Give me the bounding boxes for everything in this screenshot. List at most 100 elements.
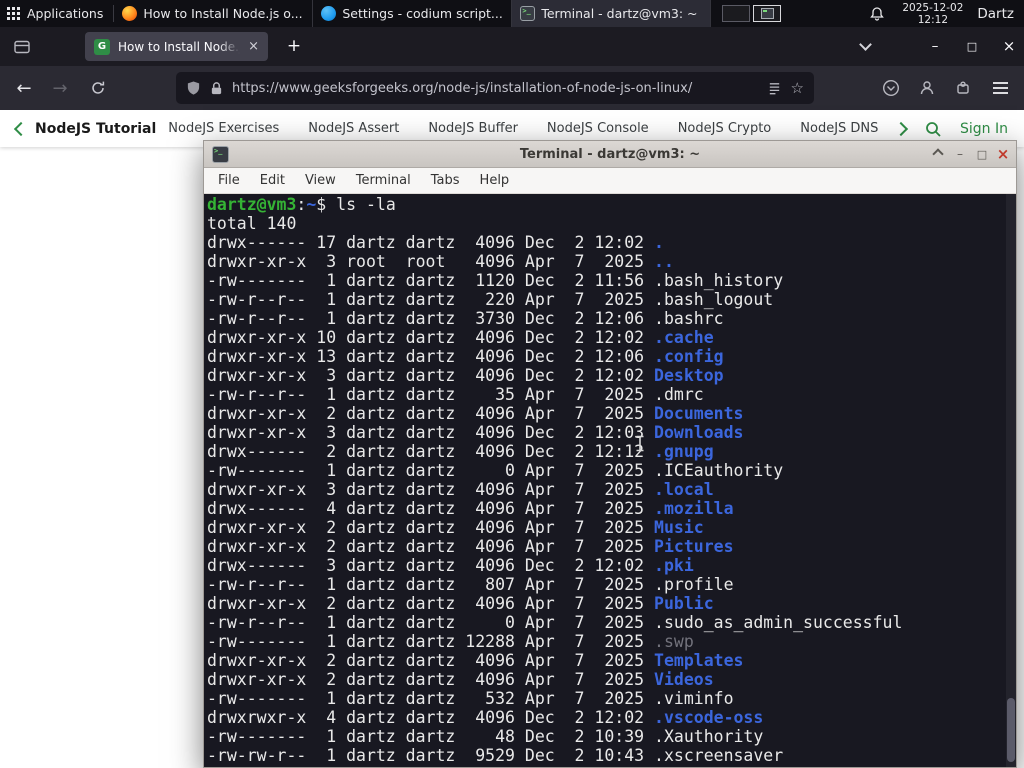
tab-close-icon[interactable]: × bbox=[248, 39, 259, 54]
user-menu[interactable]: Dartz bbox=[971, 6, 1020, 22]
terminal-maximize-button[interactable]: □ bbox=[972, 145, 992, 163]
terminal-line: -rw-r--r-- 1 dartz dartz 220 Apr 7 2025 … bbox=[207, 290, 774, 309]
top-panel: Applications How to Install Node.js o...… bbox=[0, 0, 1024, 27]
site-nav-link[interactable]: NodeJS Buffer bbox=[428, 121, 518, 136]
terminal-line: drwx------ 2 dartz dartz 4096 Dec 2 12:1… bbox=[207, 442, 714, 461]
url-bar[interactable]: https://www.geeksforgeeks.org/node-js/in… bbox=[176, 72, 814, 104]
list-all-tabs-button[interactable] bbox=[856, 38, 874, 54]
extensions-button[interactable] bbox=[951, 76, 975, 100]
pocket-icon bbox=[882, 79, 900, 97]
workspace-switcher[interactable] bbox=[722, 5, 782, 22]
terminal-line: dartz@vm3:~$ ls -la bbox=[207, 195, 396, 214]
applications-label: Applications bbox=[27, 6, 104, 21]
terminal-line: drwxr-xr-x 2 dartz dartz 4096 Apr 7 2025… bbox=[207, 651, 744, 670]
taskbar-button-title: How to Install Node.js o... bbox=[143, 6, 303, 21]
lock-icon[interactable] bbox=[210, 81, 223, 96]
terminal-output[interactable]: dartz@vm3:~$ ls -la total 140 drwx------ 1… bbox=[204, 194, 1016, 767]
terminal-menu-tabs[interactable]: Tabs bbox=[421, 173, 470, 188]
chevron-right-icon[interactable] bbox=[893, 121, 909, 136]
terminal-line: -rw-rw-r-- 1 dartz dartz 9529 Dec 2 10:4… bbox=[207, 746, 784, 765]
chevron-up-icon bbox=[932, 148, 944, 160]
bell-icon bbox=[870, 6, 885, 21]
terminal-line: drwxr-xr-x 3 dartz dartz 4096 Dec 2 12:0… bbox=[207, 423, 744, 442]
extensions-puzzle-icon bbox=[957, 81, 969, 94]
terminal-line: drwxr-xr-x 2 dartz dartz 4096 Apr 7 2025… bbox=[207, 670, 714, 689]
site-nav-primary-link[interactable]: NodeJS Tutorial bbox=[35, 121, 156, 137]
terminal-line: drwxrwxr-x 4 dartz dartz 4096 Dec 2 12:0… bbox=[207, 708, 764, 727]
navigation-toolbar: ← → https://www.geeksforgeeks.org/node-j… bbox=[0, 66, 1024, 110]
applications-menu-button[interactable]: Applications bbox=[0, 0, 113, 27]
sign-in-button[interactable]: Sign In bbox=[960, 121, 1008, 137]
chevron-left-icon[interactable] bbox=[13, 121, 29, 136]
reader-mode-icon[interactable] bbox=[767, 81, 782, 96]
taskbar-button-title: Terminal - dartz@vm3: ~ bbox=[541, 6, 698, 21]
window-minimize-button[interactable]: – bbox=[921, 35, 949, 59]
firefox-view-icon bbox=[14, 40, 30, 54]
pocket-button[interactable] bbox=[879, 76, 903, 100]
workspace-1[interactable] bbox=[722, 5, 751, 22]
taskbar-button-terminal[interactable]: Terminal - dartz@vm3: ~ bbox=[512, 0, 712, 27]
forward-button[interactable]: → bbox=[44, 72, 76, 104]
terminal-titlebar[interactable]: Terminal - dartz@vm3: ~ – □ × bbox=[204, 141, 1016, 168]
account-icon bbox=[920, 81, 934, 95]
terminal-icon bbox=[520, 6, 536, 21]
site-nav-link[interactable]: NodeJS Exercises bbox=[168, 121, 279, 136]
site-nav-links: NodeJS Exercises NodeJS Assert NodeJS Buff… bbox=[168, 121, 890, 136]
site-nav-link[interactable]: NodeJS Console bbox=[547, 121, 649, 136]
terminal-menu-edit[interactable]: Edit bbox=[250, 173, 295, 188]
workspace-2-active[interactable] bbox=[753, 5, 782, 22]
terminal-shade-button[interactable] bbox=[928, 145, 948, 163]
terminal-line: drwxr-xr-x 2 dartz dartz 4096 Apr 7 2025… bbox=[207, 537, 734, 556]
desktop: Applications How to Install Node.js o...… bbox=[0, 0, 1024, 768]
terminal-line: -rw-r--r-- 1 dartz dartz 807 Apr 7 2025 … bbox=[207, 575, 734, 594]
terminal-menu-terminal[interactable]: Terminal bbox=[346, 173, 421, 188]
window-close-button[interactable]: × bbox=[995, 35, 1023, 59]
account-button[interactable] bbox=[915, 76, 939, 100]
terminal-menu-view[interactable]: View bbox=[295, 173, 346, 188]
terminal-output-lines: dartz@vm3:~$ ls -la total 140 drwx------ 1… bbox=[207, 195, 1016, 765]
app-menu-button[interactable] bbox=[988, 76, 1012, 100]
site-nav-link[interactable]: NodeJS DNS bbox=[800, 121, 878, 136]
terminal-line: -rw-r--r-- 1 dartz dartz 35 Apr 7 2025 .… bbox=[207, 385, 704, 404]
clock-time: 12:12 bbox=[917, 13, 948, 26]
window-maximize-button[interactable]: □ bbox=[958, 35, 986, 59]
reload-button[interactable] bbox=[82, 72, 114, 104]
terminal-line: -rw-r--r-- 1 dartz dartz 3730 Dec 2 12:0… bbox=[207, 309, 724, 328]
terminal-line: -rw-r--r-- 1 dartz dartz 0 Apr 7 2025 .s… bbox=[207, 613, 903, 632]
terminal-menu-help[interactable]: Help bbox=[470, 173, 520, 188]
clock[interactable]: 2025-12-02 12:12 bbox=[902, 2, 963, 26]
back-button[interactable]: ← bbox=[8, 72, 40, 104]
reload-icon bbox=[92, 81, 105, 94]
mini-terminal-icon bbox=[760, 8, 774, 19]
terminal-line: total 140 bbox=[207, 214, 297, 233]
site-nav-link[interactable]: NodeJS Crypto bbox=[678, 121, 772, 136]
terminal-scrollbar-thumb[interactable] bbox=[1007, 698, 1015, 762]
terminal-line: drwxr-xr-x 3 dartz dartz 4096 Dec 2 12:0… bbox=[207, 366, 724, 385]
terminal-line: -rw------- 1 dartz dartz 1120 Dec 2 11:5… bbox=[207, 271, 784, 290]
firefox-view-button[interactable] bbox=[11, 36, 33, 58]
terminal-close-button[interactable]: × bbox=[993, 145, 1013, 163]
taskbar-button-codium[interactable]: Settings - codium script... bbox=[313, 0, 513, 27]
terminal-line: drwxr-xr-x 10 dartz dartz 4096 Dec 2 12:… bbox=[207, 328, 714, 347]
taskbar-button-firefox[interactable]: How to Install Node.js o... bbox=[114, 0, 314, 27]
terminal-minimize-button[interactable]: – bbox=[950, 145, 970, 163]
terminal-line: drwxr-xr-x 2 dartz dartz 4096 Apr 7 2025… bbox=[207, 594, 714, 613]
site-nav-link[interactable]: NodeJS Assert bbox=[308, 121, 399, 136]
terminal-menu-file[interactable]: File bbox=[208, 173, 250, 188]
terminal-scrollbar[interactable] bbox=[1006, 194, 1016, 767]
tab-how-to-install-nodejs[interactable]: G How to Install Node.js on × bbox=[85, 32, 268, 61]
clock-date: 2025-12-02 bbox=[902, 1, 964, 14]
terminal-line: drwx------ 3 dartz dartz 4096 Dec 2 12:0… bbox=[207, 556, 694, 575]
terminal-line: -rw------- 1 dartz dartz 0 Apr 7 2025 .I… bbox=[207, 461, 784, 480]
tracking-protection-shield-icon[interactable] bbox=[186, 80, 201, 96]
firefox-icon bbox=[122, 6, 138, 21]
terminal-line: -rw------- 1 dartz dartz 12288 Apr 7 202… bbox=[207, 632, 694, 651]
bookmark-star-icon[interactable]: ☆ bbox=[791, 79, 804, 97]
hamburger-menu-icon bbox=[992, 82, 1008, 94]
url-text: https://www.geeksforgeeks.org/node-js/in… bbox=[232, 80, 693, 96]
search-icon[interactable] bbox=[924, 120, 942, 138]
chevron-down-icon bbox=[858, 38, 872, 51]
notifications-bell[interactable] bbox=[869, 6, 885, 22]
codium-icon bbox=[321, 6, 337, 21]
new-tab-button[interactable]: + bbox=[282, 35, 306, 59]
